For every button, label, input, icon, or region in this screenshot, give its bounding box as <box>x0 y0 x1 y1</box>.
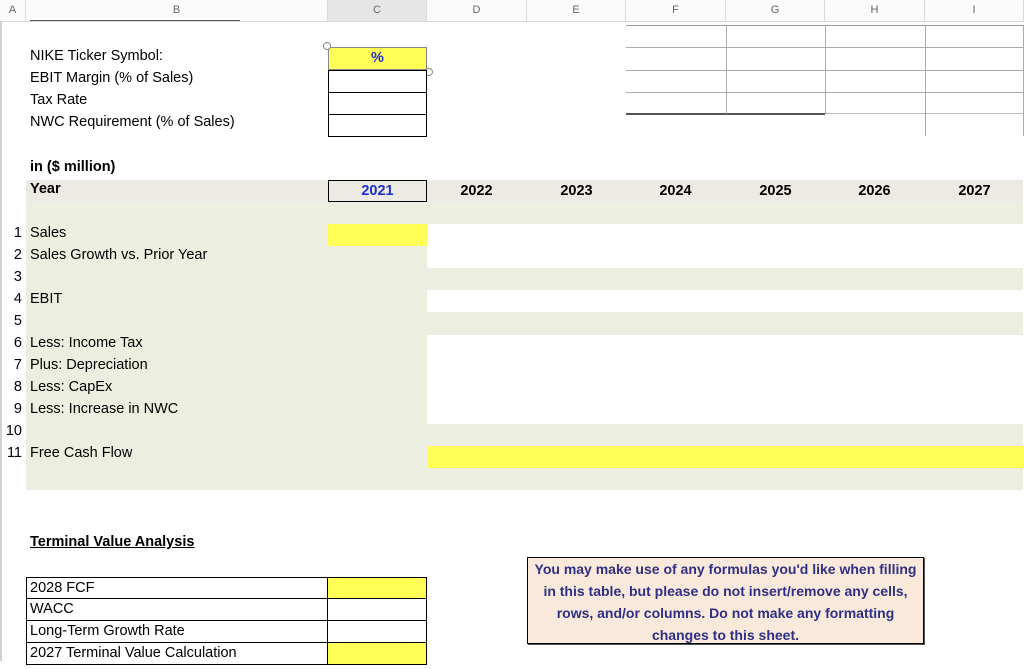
year-2026-cell[interactable]: 2026 <box>825 180 924 202</box>
nwc-label: NWC Requirement (% of Sales) <box>30 114 235 130</box>
row-label-sales: Sales <box>30 225 67 241</box>
terminal-title: Terminal Value Analysis <box>30 534 195 550</box>
column-header-f[interactable]: F <box>626 0 726 21</box>
row-number: 2 <box>13 247 22 263</box>
row-number: 6 <box>13 335 22 351</box>
row-label-capex: Less: CapEx <box>30 379 113 395</box>
terminal-value-cell[interactable] <box>328 621 427 643</box>
column-header-d[interactable]: D <box>427 0 527 21</box>
year-2022-cell[interactable]: 2022 <box>427 180 526 202</box>
row-number: 10 <box>5 423 22 439</box>
nwc-input-cell[interactable] <box>328 114 427 137</box>
row-label-ebit: EBIT <box>30 291 63 307</box>
cut-off-underline <box>30 20 240 21</box>
row-number: 3 <box>13 269 22 285</box>
terminal-row-growth: Long-Term Growth Rate <box>26 621 427 643</box>
column-header-bar: A B C D E F G H I <box>0 0 1024 22</box>
year-2027-cell[interactable]: 2027 <box>925 180 1024 202</box>
terminal-row-wacc: WACC <box>26 599 427 621</box>
sales-2021-cell[interactable] <box>328 224 427 246</box>
terminal-value-cell[interactable] <box>328 577 427 599</box>
row-label-nwc-increase: Less: Increase in NWC <box>30 401 179 417</box>
year-2021-cell[interactable]: 2021 <box>328 180 427 202</box>
row-label-depreciation: Plus: Depreciation <box>30 357 148 373</box>
row-label-fcf: Free Cash Flow <box>30 445 133 461</box>
row-number: 4 <box>13 291 22 307</box>
cashflow-items-input-area[interactable] <box>427 335 1024 424</box>
row-number: 11 <box>6 445 22 461</box>
terminal-label: 2027 Terminal Value Calculation <box>26 643 328 665</box>
instruction-note: You may make use of any formulas you'd l… <box>527 557 924 644</box>
ticker-label: NIKE Ticker Symbol: <box>30 48 163 64</box>
ebit-row-input-area[interactable] <box>427 290 1024 312</box>
year-label: Year <box>30 181 61 197</box>
terminal-value-cell[interactable] <box>328 643 427 665</box>
column-header-a[interactable]: A <box>0 0 26 21</box>
year-2025-cell[interactable]: 2025 <box>726 180 825 202</box>
units-label: in ($ million) <box>30 159 116 175</box>
terminal-label: Long-Term Growth Rate <box>26 621 328 643</box>
terminal-label: 2028 FCF <box>26 577 328 599</box>
ticker-input-cell[interactable]: % <box>328 47 427 70</box>
ebit-margin-input-cell[interactable] <box>328 70 427 93</box>
year-2024-cell[interactable]: 2024 <box>626 180 725 202</box>
row-number: 5 <box>13 313 22 329</box>
row-label-sales-growth: Sales Growth vs. Prior Year <box>30 247 208 263</box>
fcf-row-highlight[interactable] <box>427 446 1024 468</box>
row-number: 8 <box>13 379 22 395</box>
row-number: 9 <box>13 401 22 417</box>
selection-handle-top-left[interactable] <box>323 42 331 50</box>
terminal-label: WACC <box>26 599 328 621</box>
ebit-margin-label: EBIT Margin (% of Sales) <box>30 70 194 86</box>
left-edge-border <box>0 21 2 661</box>
sales-rows-input-area[interactable] <box>427 224 1024 268</box>
row-number: 1 <box>13 225 22 241</box>
row-label-income-tax: Less: Income Tax <box>30 335 143 351</box>
tax-rate-label: Tax Rate <box>30 92 88 108</box>
column-header-g[interactable]: G <box>726 0 825 21</box>
column-header-h[interactable]: H <box>825 0 925 21</box>
column-header-b[interactable]: B <box>26 0 328 21</box>
empty-grid-fi <box>626 25 1024 136</box>
terminal-row-tv: 2027 Terminal Value Calculation <box>26 643 427 665</box>
column-header-c[interactable]: C <box>328 0 427 21</box>
year-2023-cell[interactable]: 2023 <box>527 180 626 202</box>
column-header-i[interactable]: I <box>925 0 1024 21</box>
row-number: 7 <box>13 357 22 373</box>
column-header-e[interactable]: E <box>527 0 626 21</box>
terminal-value-cell[interactable] <box>328 599 427 621</box>
terminal-row-fcf: 2028 FCF <box>26 577 427 599</box>
tax-rate-input-cell[interactable] <box>328 92 427 115</box>
